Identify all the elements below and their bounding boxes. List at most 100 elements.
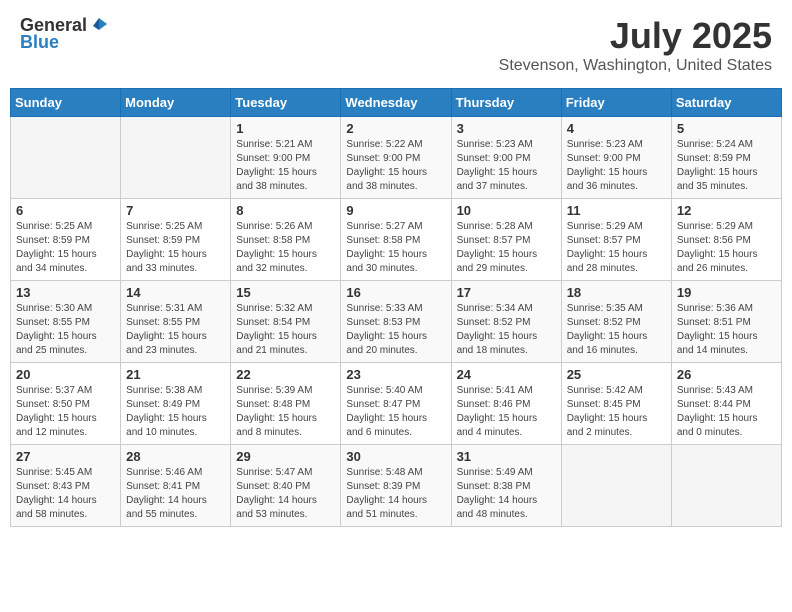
day-number: 1 [236, 121, 335, 136]
calendar-day-header: Thursday [451, 89, 561, 117]
day-info: Sunrise: 5:25 AMSunset: 8:59 PMDaylight:… [126, 220, 225, 276]
calendar-cell: 4 Sunrise: 5:23 AMSunset: 9:00 PMDaylight… [561, 117, 671, 199]
day-number: 31 [457, 449, 556, 464]
calendar-cell [121, 117, 231, 199]
logo-flag-icon [89, 16, 109, 36]
day-info: Sunrise: 5:24 AMSunset: 8:59 PMDaylight:… [677, 138, 776, 194]
calendar-day-header: Sunday [11, 89, 121, 117]
calendar-cell: 22 Sunrise: 5:39 AMSunset: 8:48 PMDayligh… [231, 363, 341, 445]
calendar-cell [11, 117, 121, 199]
day-info: Sunrise: 5:27 AMSunset: 8:58 PMDaylight:… [346, 220, 445, 276]
day-info: Sunrise: 5:45 AMSunset: 8:43 PMDaylight:… [16, 466, 115, 522]
calendar-day-header: Tuesday [231, 89, 341, 117]
calendar-week-row: 13 Sunrise: 5:30 AMSunset: 8:55 PMDayligh… [11, 281, 782, 363]
calendar-cell: 2 Sunrise: 5:22 AMSunset: 9:00 PMDaylight… [341, 117, 451, 199]
calendar-table: SundayMondayTuesdayWednesdayThursdayFrid… [10, 88, 782, 527]
calendar-cell: 21Sunrise: 5:38 AMSunset: 8:49 PMDayligh… [121, 363, 231, 445]
day-number: 12 [677, 203, 776, 218]
calendar-cell: 14 Sunrise: 5:31 AMSunset: 8:55 PMDayligh… [121, 281, 231, 363]
calendar-cell: 25 Sunrise: 5:42 AMSunset: 8:45 PMDayligh… [561, 363, 671, 445]
day-number: 11 [567, 203, 666, 218]
day-number: 14 [126, 285, 225, 300]
day-info: Sunrise: 5:32 AMSunset: 8:54 PMDaylight:… [236, 302, 335, 358]
day-info: Sunrise: 5:21 AMSunset: 9:00 PMDaylight:… [236, 138, 335, 194]
calendar-cell: 29 Sunrise: 5:47 AMSunset: 8:40 PMDayligh… [231, 445, 341, 527]
calendar-cell: 5 Sunrise: 5:24 AMSunset: 8:59 PMDaylight… [671, 117, 781, 199]
day-info: Sunrise: 5:49 AMSunset: 8:38 PMDaylight:… [457, 466, 556, 522]
day-info: Sunrise: 5:33 AMSunset: 8:53 PMDaylight:… [346, 302, 445, 358]
day-number: 10 [457, 203, 556, 218]
day-number: 23 [346, 367, 445, 382]
calendar-week-row: 27 Sunrise: 5:45 AMSunset: 8:43 PMDayligh… [11, 445, 782, 527]
day-number: 27 [16, 449, 115, 464]
day-number: 16 [346, 285, 445, 300]
calendar-cell: 3 Sunrise: 5:23 AMSunset: 9:00 PMDaylight… [451, 117, 561, 199]
day-number: 13 [16, 285, 115, 300]
calendar-cell: 12 Sunrise: 5:29 AMSunset: 8:56 PMDayligh… [671, 199, 781, 281]
day-info: Sunrise: 5:37 AMSunset: 8:50 PMDaylight:… [16, 384, 115, 440]
day-info: Sunrise: 5:47 AMSunset: 8:40 PMDaylight:… [236, 466, 335, 522]
day-number: 15 [236, 285, 335, 300]
day-number: 3 [457, 121, 556, 136]
calendar-cell: 15 Sunrise: 5:32 AMSunset: 8:54 PMDayligh… [231, 281, 341, 363]
calendar-cell: 23 Sunrise: 5:40 AMSunset: 8:47 PMDayligh… [341, 363, 451, 445]
day-number: 4 [567, 121, 666, 136]
day-info: Sunrise: 5:25 AMSunset: 8:59 PMDaylight:… [16, 220, 115, 276]
calendar-cell: 27 Sunrise: 5:45 AMSunset: 8:43 PMDayligh… [11, 445, 121, 527]
day-number: 20 [16, 367, 115, 382]
day-info: Sunrise: 5:43 AMSunset: 8:44 PMDaylight:… [677, 384, 776, 440]
calendar-cell: 17Sunrise: 5:34 AMSunset: 8:52 PMDayligh… [451, 281, 561, 363]
calendar-week-row: 1 Sunrise: 5:21 AMSunset: 9:00 PMDaylight… [11, 117, 782, 199]
calendar-cell: 30Sunrise: 5:48 AMSunset: 8:39 PMDayligh… [341, 445, 451, 527]
day-info: Sunrise: 5:22 AMSunset: 9:00 PMDaylight:… [346, 138, 445, 194]
day-info: Sunrise: 5:42 AMSunset: 8:45 PMDaylight:… [567, 384, 666, 440]
calendar-day-header: Monday [121, 89, 231, 117]
day-info: Sunrise: 5:38 AMSunset: 8:49 PMDaylight:… [126, 384, 225, 440]
calendar-cell [561, 445, 671, 527]
day-info: Sunrise: 5:36 AMSunset: 8:51 PMDaylight:… [677, 302, 776, 358]
logo-blue-text: Blue [20, 32, 59, 53]
calendar-cell: 26Sunrise: 5:43 AMSunset: 8:44 PMDayligh… [671, 363, 781, 445]
calendar-cell: 10 Sunrise: 5:28 AMSunset: 8:57 PMDayligh… [451, 199, 561, 281]
calendar-header-row: SundayMondayTuesdayWednesdayThursdayFrid… [11, 89, 782, 117]
logo: General Blue [20, 15, 109, 53]
day-info: Sunrise: 5:29 AMSunset: 8:57 PMDaylight:… [567, 220, 666, 276]
calendar-cell [671, 445, 781, 527]
day-number: 24 [457, 367, 556, 382]
day-number: 7 [126, 203, 225, 218]
day-info: Sunrise: 5:28 AMSunset: 8:57 PMDaylight:… [457, 220, 556, 276]
day-info: Sunrise: 5:35 AMSunset: 8:52 PMDaylight:… [567, 302, 666, 358]
day-info: Sunrise: 5:31 AMSunset: 8:55 PMDaylight:… [126, 302, 225, 358]
calendar-cell: 6Sunrise: 5:25 AMSunset: 8:59 PMDaylight… [11, 199, 121, 281]
calendar-cell: 31 Sunrise: 5:49 AMSunset: 8:38 PMDayligh… [451, 445, 561, 527]
month-year-title: July 2025 [499, 15, 772, 57]
calendar-cell: 9Sunrise: 5:27 AMSunset: 8:58 PMDaylight… [341, 199, 451, 281]
calendar-cell: 19Sunrise: 5:36 AMSunset: 8:51 PMDayligh… [671, 281, 781, 363]
day-number: 18 [567, 285, 666, 300]
calendar-cell: 13 Sunrise: 5:30 AMSunset: 8:55 PMDayligh… [11, 281, 121, 363]
day-number: 29 [236, 449, 335, 464]
day-number: 17 [457, 285, 556, 300]
day-number: 22 [236, 367, 335, 382]
day-info: Sunrise: 5:23 AMSunset: 9:00 PMDaylight:… [457, 138, 556, 194]
calendar-cell: 11 Sunrise: 5:29 AMSunset: 8:57 PMDayligh… [561, 199, 671, 281]
day-number: 2 [346, 121, 445, 136]
day-number: 8 [236, 203, 335, 218]
calendar-day-header: Friday [561, 89, 671, 117]
day-info: Sunrise: 5:23 AMSunset: 9:00 PMDaylight:… [567, 138, 666, 194]
day-info: Sunrise: 5:39 AMSunset: 8:48 PMDaylight:… [236, 384, 335, 440]
calendar-week-row: 6Sunrise: 5:25 AMSunset: 8:59 PMDaylight… [11, 199, 782, 281]
page-header: General Blue July 2025 Stevenson, Washin… [10, 10, 782, 80]
day-info: Sunrise: 5:40 AMSunset: 8:47 PMDaylight:… [346, 384, 445, 440]
calendar-cell: 8Sunrise: 5:26 AMSunset: 8:58 PMDaylight… [231, 199, 341, 281]
day-info: Sunrise: 5:29 AMSunset: 8:56 PMDaylight:… [677, 220, 776, 276]
calendar-cell: 18 Sunrise: 5:35 AMSunset: 8:52 PMDayligh… [561, 281, 671, 363]
title-area: July 2025 Stevenson, Washington, United … [499, 15, 772, 75]
calendar-day-header: Saturday [671, 89, 781, 117]
day-number: 25 [567, 367, 666, 382]
day-info: Sunrise: 5:30 AMSunset: 8:55 PMDaylight:… [16, 302, 115, 358]
calendar-day-header: Wednesday [341, 89, 451, 117]
day-number: 5 [677, 121, 776, 136]
calendar-cell: 24Sunrise: 5:41 AMSunset: 8:46 PMDayligh… [451, 363, 561, 445]
calendar-cell: 7 Sunrise: 5:25 AMSunset: 8:59 PMDaylight… [121, 199, 231, 281]
